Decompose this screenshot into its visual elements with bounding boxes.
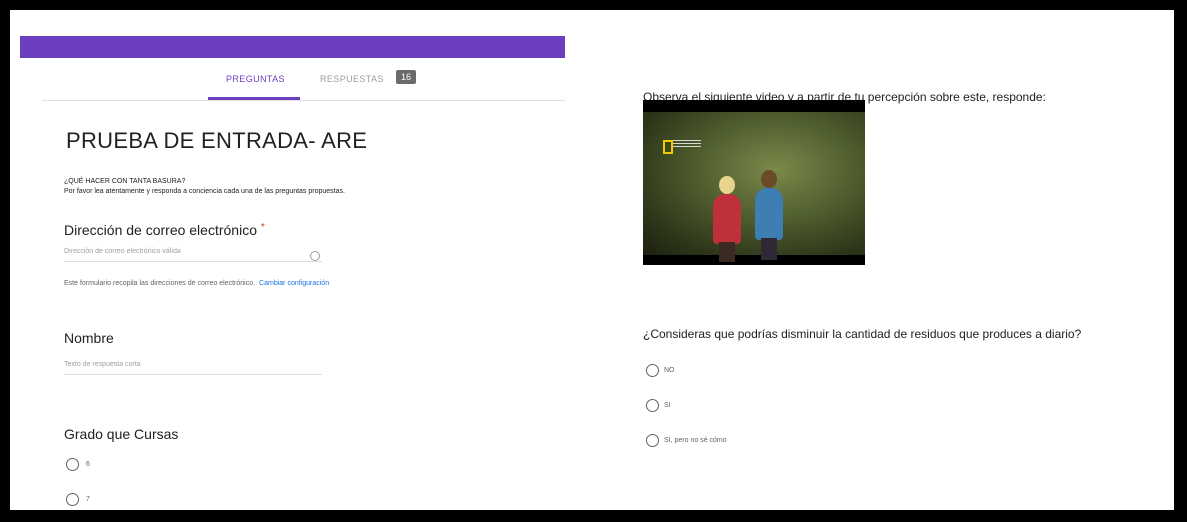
answer-radio-no[interactable] [646, 364, 659, 377]
info-icon [310, 251, 320, 261]
email-field[interactable]: Dirección de correo electrónico válida [64, 248, 322, 262]
grade-option-radio-2[interactable] [66, 493, 79, 506]
tab-responses[interactable]: RESPUESTAS [320, 74, 384, 84]
email-label-text: Dirección de correo electrónico [64, 222, 257, 238]
answer-label-si: SI [664, 402, 671, 409]
name-question-label: Nombre [64, 330, 114, 346]
change-settings-link[interactable]: Cambiar configuración [259, 280, 329, 287]
screenshot-frame: PREGUNTAS RESPUESTAS 16 PRUEBA DE ENTRAD… [10, 10, 1174, 510]
grade-option-radio-1[interactable] [66, 458, 79, 471]
channel-logo-text [673, 140, 701, 148]
answer-radio-si[interactable] [646, 399, 659, 412]
description-line-2: Por favor lea atentamente y responda a c… [64, 188, 345, 195]
active-tab-indicator [208, 97, 300, 100]
email-question-label: Dirección de correo electrónico * [64, 222, 265, 238]
answer-radio-si-pero[interactable] [646, 434, 659, 447]
form-editor-panel: PREGUNTAS RESPUESTAS 16 PRUEBA DE ENTRAD… [10, 10, 568, 510]
national-geographic-logo-icon [663, 140, 673, 154]
form-description[interactable]: ¿QUÉ HACER CON TANTA BASURA? Por favor l… [64, 177, 345, 197]
grade-option-label-1: 6 [86, 461, 90, 468]
form-card: PREGUNTAS RESPUESTAS 16 PRUEBA DE ENTRAD… [42, 58, 565, 510]
name-field[interactable]: Texto de respuesta corta [64, 361, 322, 375]
embedded-video[interactable] [643, 100, 865, 265]
child-figure-legs [719, 242, 735, 262]
child-figure [713, 194, 741, 244]
answer-label-no: NO [664, 367, 675, 374]
video-thumbnail [643, 112, 865, 262]
email-collection-notice: Este formulario recopila las direcciones… [64, 280, 329, 287]
description-line-1: ¿QUÉ HACER CON TANTA BASURA? [64, 178, 186, 185]
child-figure-head [761, 170, 777, 188]
tab-bar: PREGUNTAS RESPUESTAS 16 [42, 64, 565, 101]
grade-question-label: Grado que Cursas [64, 426, 179, 442]
child-figure-legs [761, 238, 777, 260]
child-figure [755, 188, 783, 240]
responses-count-badge: 16 [396, 70, 416, 84]
question-preview-panel: Observa el siguiente video y a partir de… [568, 10, 1174, 510]
form-header-bar [20, 36, 565, 58]
waste-question-label: ¿Consideras que podrías disminuir la can… [643, 327, 1082, 341]
tab-questions[interactable]: PREGUNTAS [226, 74, 285, 84]
grade-option-label-2: 7 [86, 496, 90, 503]
answer-label-si-pero: SI, pero no sé cómo [664, 437, 727, 444]
notice-text: Este formulario recopila las direcciones… [64, 280, 256, 287]
child-figure-head [719, 176, 735, 194]
form-title[interactable]: PRUEBA DE ENTRADA- ARE [66, 128, 367, 154]
required-mark: * [260, 222, 265, 233]
